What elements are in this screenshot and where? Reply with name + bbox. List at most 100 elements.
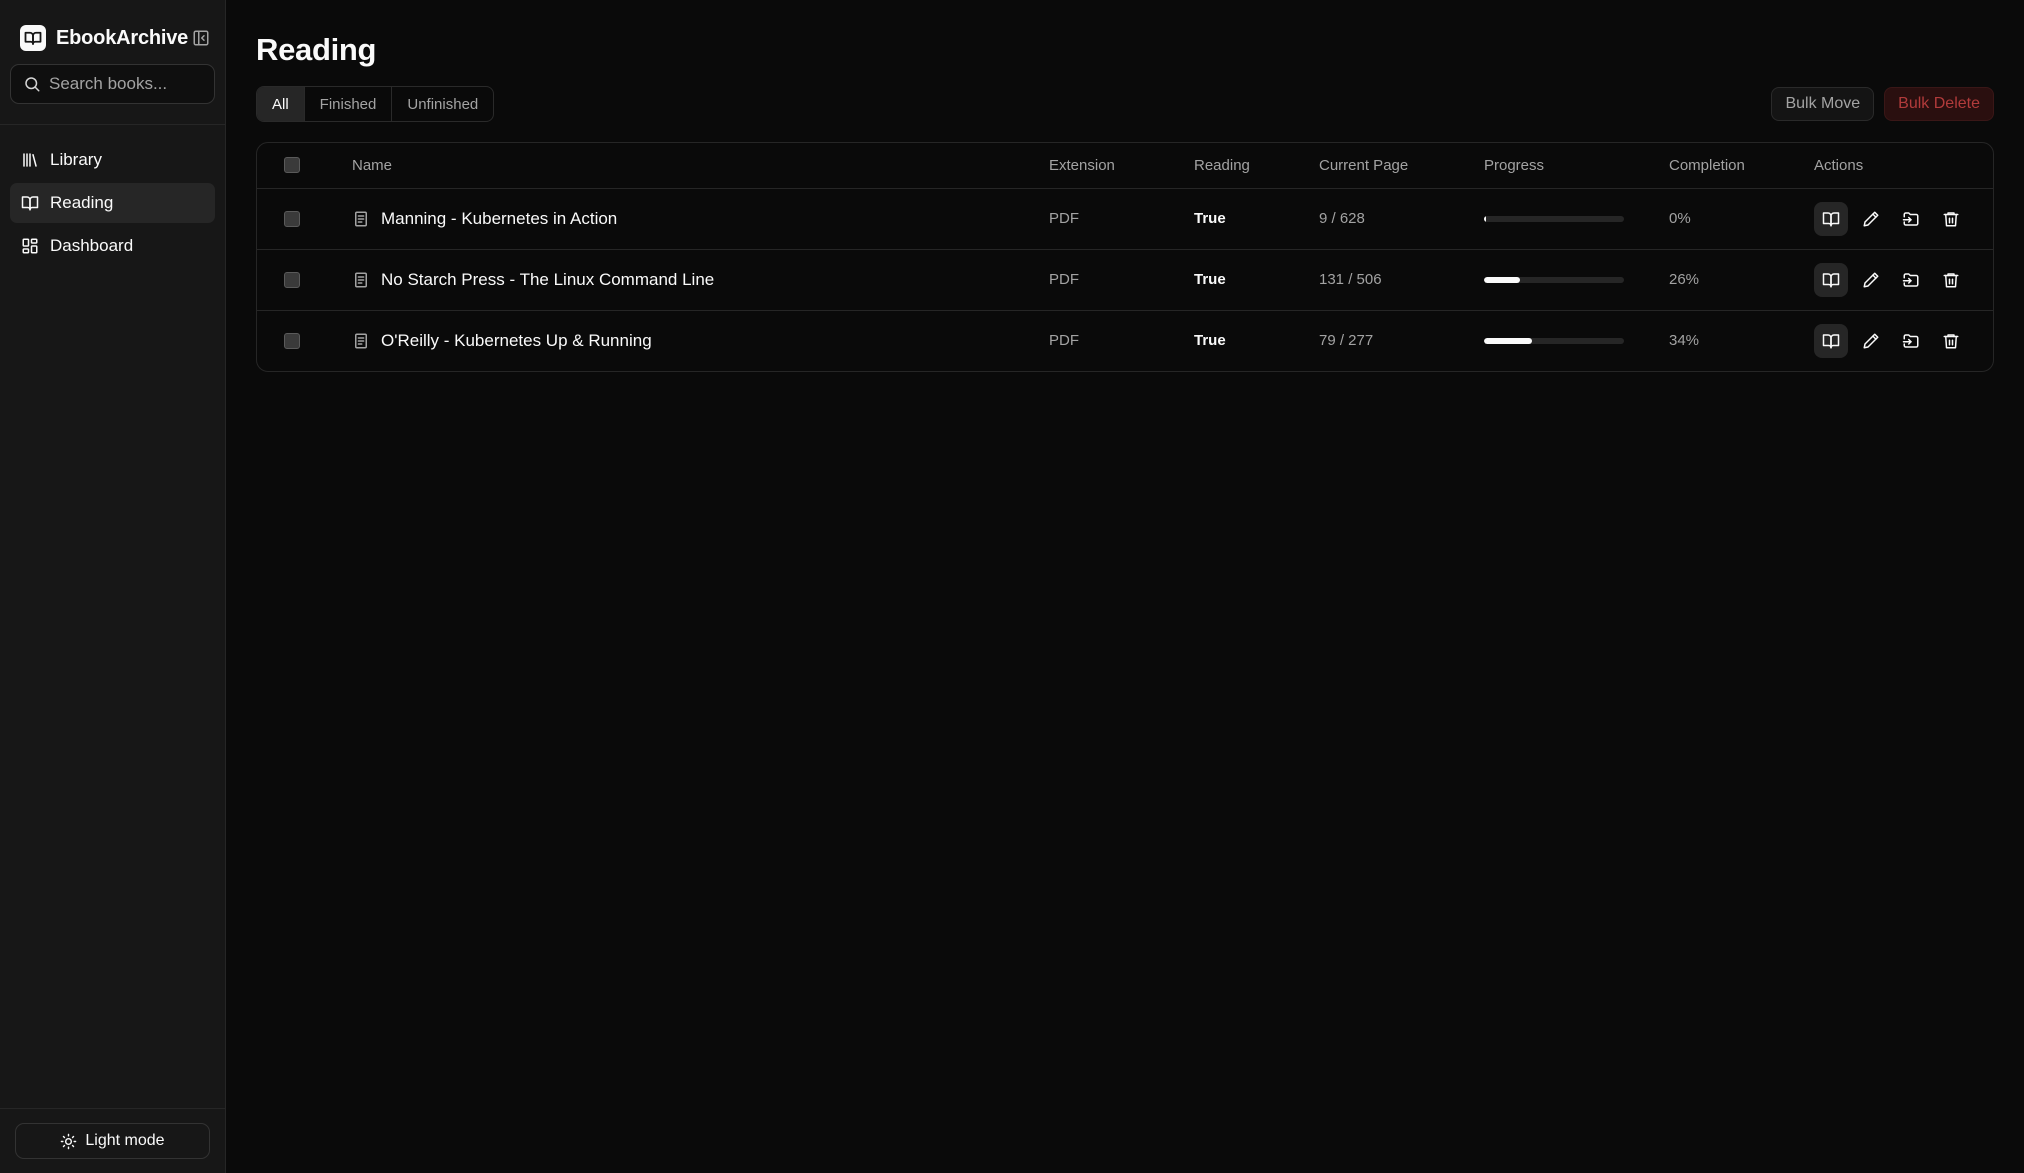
sidebar-collapse-icon[interactable]	[192, 29, 210, 47]
bulk-move-button[interactable]: Bulk Move	[1771, 87, 1875, 121]
actions-cell	[1814, 249, 1993, 311]
book-open-icon	[21, 194, 39, 212]
books-table: Name Extension Reading Current Page Prog…	[256, 142, 1994, 372]
sidebar-item-label: Dashboard	[50, 236, 134, 255]
app-name: EbookArchive	[56, 26, 189, 49]
bulk-actions: Bulk Move Bulk Delete	[1771, 87, 1994, 121]
sidebar-item-label: Reading	[50, 193, 114, 212]
reading-cell: True	[1194, 188, 1319, 250]
table-row[interactable]: No Starch Press - The Linux Command Line…	[257, 249, 1993, 311]
file-text-icon	[352, 210, 370, 228]
trash-icon[interactable]	[1934, 263, 1968, 297]
tab-finished[interactable]: Finished	[305, 87, 393, 121]
toolbar: All Finished Unfinished Bulk Move Bulk D…	[256, 86, 1994, 122]
table-header-row: Name Extension Reading Current Page Prog…	[257, 143, 1993, 189]
sidebar-item-dashboard[interactable]: Dashboard	[10, 226, 215, 266]
library-icon	[21, 151, 39, 169]
name-cell: O'Reilly - Kubernetes Up & Running	[352, 310, 1049, 371]
book-logo-icon	[20, 25, 46, 51]
column-header-reading[interactable]: Reading	[1194, 143, 1319, 189]
main-content: Reading All Finished Unfinished Bulk Mov…	[226, 0, 2024, 1173]
reading-value: True	[1194, 210, 1226, 227]
actions-cell	[1814, 188, 1993, 250]
progress-fill	[1484, 215, 1486, 222]
book-name[interactable]: O'Reilly - Kubernetes Up & Running	[381, 331, 652, 351]
progress-bar	[1484, 337, 1624, 344]
brand-row: EbookArchive	[20, 24, 215, 52]
sidebar-header: EbookArchive	[0, 0, 225, 114]
read-book-icon[interactable]	[1814, 323, 1848, 358]
progress-fill	[1484, 337, 1532, 344]
select-all-checkbox[interactable]	[284, 157, 300, 174]
search-box	[10, 64, 215, 104]
progress-cell	[1484, 188, 1669, 250]
completion-cell: 0%	[1669, 188, 1814, 250]
read-book-icon[interactable]	[1814, 262, 1848, 297]
page-title: Reading	[256, 32, 377, 67]
sidebar-item-library[interactable]: Library	[10, 140, 215, 180]
move-folder-icon[interactable]	[1894, 202, 1928, 236]
sidebar-footer: Light mode	[0, 1108, 225, 1173]
row-select-cell	[257, 249, 352, 311]
sidebar-item-reading[interactable]: Reading	[10, 183, 215, 223]
trash-icon[interactable]	[1934, 202, 1968, 236]
file-text-icon	[352, 271, 370, 289]
move-folder-icon[interactable]	[1894, 263, 1928, 297]
edit-pencil-icon[interactable]	[1854, 202, 1888, 236]
edit-pencil-icon[interactable]	[1854, 324, 1888, 358]
progress-bar	[1484, 215, 1624, 222]
tab-unfinished[interactable]: Unfinished	[392, 87, 493, 121]
file-text-icon	[352, 332, 370, 350]
reading-cell: True	[1194, 249, 1319, 311]
sun-icon	[60, 1133, 77, 1150]
extension-cell: PDF	[1049, 249, 1194, 311]
light-mode-button[interactable]: Light mode	[15, 1123, 210, 1159]
column-header-progress[interactable]: Progress	[1484, 143, 1669, 189]
book-name[interactable]: Manning - Kubernetes in Action	[381, 209, 617, 229]
extension-cell: PDF	[1049, 332, 1079, 350]
reading-value: True	[1194, 332, 1226, 350]
table-row[interactable]: O'Reilly - Kubernetes Up & Running PDF T…	[257, 310, 1993, 371]
reading-cell: True	[1194, 310, 1319, 371]
current-page-cell: 79 / 277	[1319, 332, 1374, 350]
column-header-actions: Actions	[1814, 143, 1993, 189]
filter-tabs: All Finished Unfinished	[256, 86, 495, 122]
tab-all[interactable]: All	[257, 87, 305, 121]
reading-value: True	[1194, 271, 1226, 288]
completion-cell: 26%	[1669, 249, 1814, 311]
row-select-cell	[257, 188, 352, 250]
column-header-completion[interactable]: Completion	[1669, 143, 1814, 189]
sidebar-item-label: Library	[50, 150, 102, 169]
progress-fill	[1484, 276, 1521, 283]
actions-cell	[1814, 310, 1993, 371]
column-header-extension[interactable]: Extension	[1049, 143, 1194, 189]
sidebar: EbookArchive Library	[0, 0, 226, 1173]
book-name[interactable]: No Starch Press - The Linux Command Line	[381, 270, 714, 290]
read-book-icon[interactable]	[1814, 201, 1848, 236]
move-folder-icon[interactable]	[1894, 324, 1928, 358]
light-mode-label: Light mode	[85, 1132, 165, 1149]
table-row[interactable]: Manning - Kubernetes in Action PDF True …	[257, 188, 1993, 250]
column-header-current-page[interactable]: Current Page	[1319, 143, 1484, 189]
column-header-name[interactable]: Name	[352, 143, 1049, 189]
bulk-delete-button[interactable]: Bulk Delete	[1884, 87, 1994, 121]
name-cell: Manning - Kubernetes in Action	[352, 188, 1049, 250]
dashboard-icon	[21, 237, 39, 255]
current-page-cell: 9 / 628	[1319, 188, 1484, 250]
app-root: EbookArchive Library	[0, 0, 2024, 1173]
progress-cell	[1484, 310, 1669, 371]
search-input[interactable]	[49, 74, 209, 94]
row-checkbox[interactable]	[284, 210, 300, 227]
progress-cell	[1484, 249, 1669, 311]
edit-pencil-icon[interactable]	[1854, 263, 1888, 297]
row-select-cell	[257, 310, 352, 371]
row-checkbox[interactable]	[284, 271, 300, 288]
current-page-cell: 131 / 506	[1319, 249, 1484, 311]
search-icon	[23, 75, 41, 93]
progress-bar	[1484, 276, 1624, 283]
trash-icon[interactable]	[1934, 324, 1968, 358]
row-checkbox[interactable]	[284, 332, 300, 349]
select-all-cell	[257, 143, 352, 189]
name-cell: No Starch Press - The Linux Command Line	[352, 249, 1049, 311]
